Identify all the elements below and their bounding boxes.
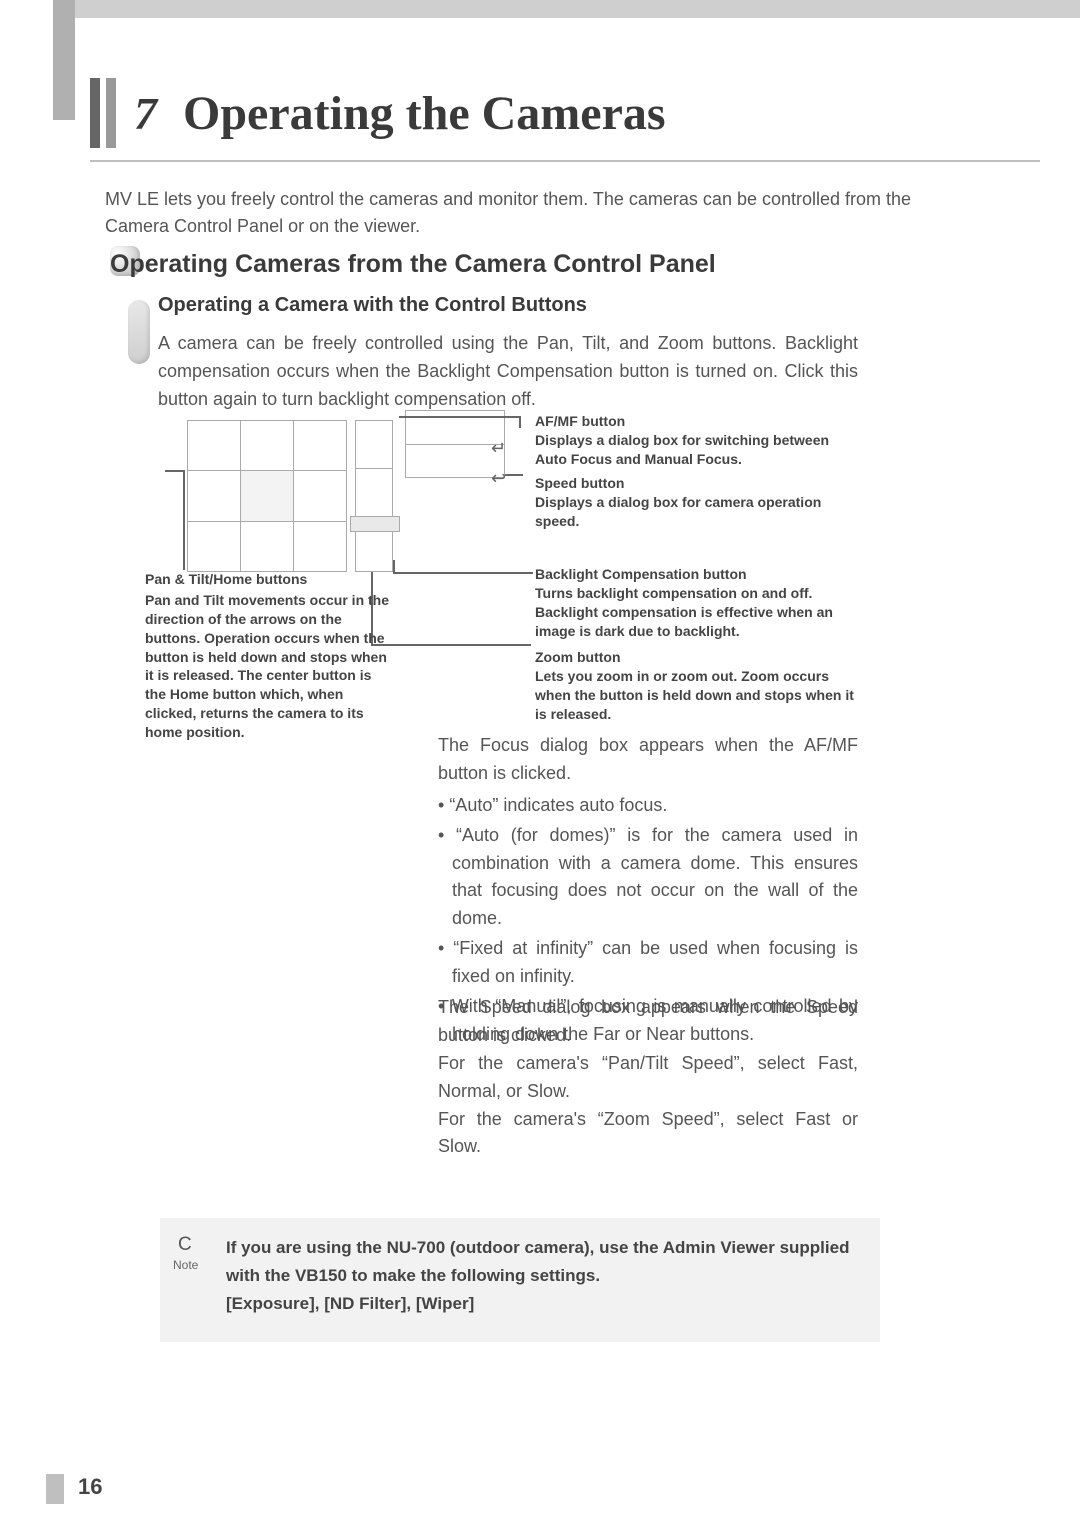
page-number-accent — [46, 1474, 64, 1504]
list-item: • “Auto” indicates auto focus. — [438, 792, 858, 820]
divider — [90, 160, 1040, 162]
subsection-heading: Operating a Camera with the Control Butt… — [158, 294, 587, 317]
connector-line — [165, 470, 185, 472]
label-body: Lets you zoom in or zoom out. Zoom occur… — [535, 668, 854, 722]
label-title: Backlight Compensation button — [535, 566, 747, 582]
arrow-icon: ↩ — [491, 468, 506, 489]
subsection-bullet-icon — [128, 300, 150, 364]
label-pan-tilt: Pan & Tilt/Home buttons Pan and Tilt mov… — [145, 570, 395, 742]
bullet-text: “Auto” indicates auto focus. — [449, 795, 667, 815]
bullet-text: “Fixed at infinity” can be used when foc… — [452, 938, 858, 986]
chapter-title: Operating the Cameras — [183, 86, 666, 141]
connector-line — [183, 470, 185, 570]
speed-line: For the camera's “Zoom Speed”, select Fa… — [438, 1106, 858, 1162]
connector-line — [371, 644, 531, 646]
label-title: Speed button — [535, 475, 624, 491]
note-settings: [Exposure], [ND Filter], [Wiper] — [226, 1294, 474, 1313]
section-heading-text: Operating Cameras from the Camera Contro… — [110, 250, 716, 278]
chapter-accent-bars — [90, 78, 116, 148]
control-panel-diagram: ↵ ↩ Pan & Tilt/Home buttons Pan and Tilt… — [145, 410, 885, 730]
connector-line — [399, 416, 519, 418]
pan-tilt-keypad — [187, 420, 347, 572]
label-zoom: Zoom button Lets you zoom in or zoom out… — [535, 648, 855, 724]
label-afmf: AF/MF button Displays a dialog box for s… — [535, 412, 855, 469]
label-body: Displays a dialog box for switching betw… — [535, 432, 829, 467]
note-label: Note — [173, 1258, 198, 1272]
note-body: If you are using the NU-700 (outdoor cam… — [226, 1238, 849, 1285]
speed-line: For the camera's “Pan/Tilt Speed”, selec… — [438, 1050, 858, 1106]
label-title: Zoom button — [535, 649, 621, 665]
chapter-number: 7 — [134, 87, 157, 140]
list-item: • “Fixed at infinity” can be used when f… — [438, 935, 858, 991]
label-title: AF/MF button — [535, 413, 625, 429]
note-text: If you are using the NU-700 (outdoor cam… — [226, 1234, 860, 1318]
note-callout: C Note If you are using the NU-700 (outd… — [160, 1218, 880, 1342]
label-body: Pan and Tilt movements occur in the dire… — [145, 592, 389, 740]
label-backlight: Backlight Compensation button Turns back… — [535, 565, 855, 641]
label-body: Turns backlight compensation on and off.… — [535, 585, 833, 639]
label-title: Pan & Tilt/Home buttons — [145, 570, 395, 589]
arrow-icon: ↵ — [491, 438, 506, 459]
chapter-header: 7 Operating the Cameras — [90, 78, 666, 148]
zoom-column — [355, 420, 393, 572]
connector-line — [505, 474, 523, 476]
connector-line — [519, 416, 521, 428]
section-heading: Operating Cameras from the Camera Contro… — [110, 250, 716, 279]
label-body: Displays a dialog box for camera operati… — [535, 494, 821, 529]
note-letter: C — [178, 1234, 192, 1256]
accent-bar-dark — [90, 78, 100, 148]
intro-paragraph: MV LE lets you freely control the camera… — [105, 186, 965, 240]
afmf-speed-box — [405, 410, 505, 478]
subsection-body: A camera can be freely controlled using … — [158, 330, 858, 414]
list-item: • “Auto (for domes)” is for the camera u… — [438, 822, 858, 934]
focus-intro: The Focus dialog box appears when the AF… — [438, 732, 858, 788]
accent-bar-light — [106, 78, 116, 148]
speed-line: The Speed dialog box appears when the Sp… — [438, 994, 858, 1050]
label-speed: Speed button Displays a dialog box for c… — [535, 474, 855, 531]
connector-line — [393, 572, 533, 574]
speed-dialog-description: The Speed dialog box appears when the Sp… — [438, 994, 858, 1161]
left-tab-accent — [53, 0, 75, 120]
top-accent-bar — [53, 0, 1080, 18]
bullet-text: “Auto (for domes)” is for the camera use… — [452, 825, 858, 929]
page-number: 16 — [78, 1474, 102, 1500]
